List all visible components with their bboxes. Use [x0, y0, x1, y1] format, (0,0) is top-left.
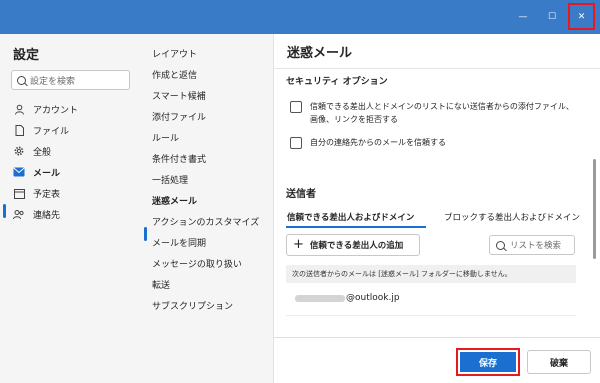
category-general[interactable]: 全般 [13, 142, 51, 160]
discard-button[interactable]: 破棄 [527, 350, 591, 374]
senders-heading: 送信者 [286, 189, 316, 200]
menu-item-conditional-formatting[interactable]: 条件付き書式 [152, 149, 206, 167]
active-category-indicator [3, 204, 6, 218]
search-icon [17, 75, 26, 85]
redacted-text [295, 294, 345, 302]
checkbox[interactable] [290, 101, 302, 113]
menu-item-smart-suggestions[interactable]: スマート候補 [152, 86, 206, 104]
settings-search-input[interactable]: 設定を検索 [11, 70, 130, 90]
calendar-icon [13, 187, 25, 199]
scrollbar-thumb[interactable] [593, 159, 596, 259]
checkbox[interactable] [290, 137, 302, 149]
settings-nav: 設定 設定を検索 アカウント ファイル 全般 メール 予定表 連絡先 [0, 34, 143, 383]
close-button[interactable]: ✕ [568, 3, 595, 30]
maximize-button[interactable]: ☐ [537, 0, 567, 34]
menu-item-subscriptions[interactable]: サブスクリプション [152, 296, 233, 314]
info-text: 次の送信者からのメールは [迷惑メール] フォルダーに移動しません。 [286, 265, 576, 283]
menu-item-junk-email[interactable]: 迷惑メール [152, 191, 197, 209]
sender-domain: @outlook.jp [346, 293, 400, 303]
title-bar: — ☐ ✕ [0, 0, 600, 34]
menu-item-sync-email[interactable]: メールを同期 [152, 233, 206, 251]
category-contacts[interactable]: 連絡先 [13, 205, 60, 223]
save-button-highlight: 保存 [456, 348, 520, 376]
menu-item-message-handling[interactable]: メッセージの取り扱い [152, 254, 242, 272]
category-label: 連絡先 [33, 210, 61, 221]
divider [274, 68, 600, 69]
menu-item-sweep[interactable]: 一括処理 [152, 170, 188, 188]
menu-item-compose-reply[interactable]: 作成と返信 [152, 65, 197, 83]
people-icon [13, 208, 25, 220]
option-label: 自分の連絡先からのメールを信頼する [310, 138, 446, 147]
settings-title: 設定 [13, 48, 40, 63]
category-mail[interactable]: メール [13, 163, 60, 181]
option-label: 信頼できる差出人とドメインのリストにない送信者からの添付ファイル、画像、リンクを… [310, 102, 574, 124]
save-button[interactable]: 保存 [460, 352, 516, 372]
category-label: メール [33, 168, 61, 179]
category-files[interactable]: ファイル [13, 121, 69, 139]
mail-settings-menu: レイアウト 作成と返信 スマート候補 添付ファイル ルール 条件付き書式 一括処… [143, 34, 274, 383]
menu-item-rules[interactable]: ルール [152, 128, 179, 146]
category-label: 全般 [33, 147, 52, 158]
divider [274, 337, 600, 338]
junk-email-pane: 迷惑メール セキュリティ オプション 信頼できる差出人とドメインのリストにない送… [274, 34, 600, 383]
gear-icon [13, 145, 25, 157]
menu-item-attachments[interactable]: 添付ファイル [152, 107, 206, 125]
active-tab-underline [286, 226, 426, 228]
tab-blocked-senders[interactable]: ブロックする差出人およびドメイン [444, 211, 580, 223]
list-search-placeholder: リストを検索 [510, 241, 562, 251]
trusted-sender-entry[interactable]: @outlook.jp [295, 293, 400, 303]
category-label: ファイル [33, 126, 70, 137]
list-search-input[interactable]: リストを検索 [489, 235, 575, 255]
settings-search-placeholder: 設定を検索 [30, 76, 76, 87]
divider [286, 315, 576, 316]
active-menu-indicator [144, 227, 147, 241]
category-calendar[interactable]: 予定表 [13, 184, 60, 202]
person-icon [13, 103, 25, 115]
option-block-untrusted-content[interactable]: 信頼できる差出人とドメインのリストにない送信者からの添付ファイル、画像、リンクを… [290, 100, 575, 126]
menu-item-customize-actions[interactable]: アクションのカスタマイズ [152, 212, 259, 230]
search-icon [496, 240, 505, 250]
plus-icon: + [293, 237, 304, 252]
mail-icon [13, 166, 25, 178]
category-label: アカウント [33, 105, 79, 116]
security-options-heading: セキュリティ オプション [286, 77, 388, 87]
minimize-button[interactable]: — [508, 0, 538, 34]
document-icon [13, 124, 25, 136]
add-trusted-sender-button[interactable]: + 信頼できる差出人の追加 [286, 234, 420, 256]
menu-item-layout[interactable]: レイアウト [152, 44, 197, 62]
add-button-label: 信頼できる差出人の追加 [309, 241, 404, 251]
category-account[interactable]: アカウント [13, 100, 78, 118]
tab-trusted-senders[interactable]: 信頼できる差出人およびドメイン [287, 211, 414, 223]
category-label: 予定表 [33, 189, 61, 200]
page-title: 迷惑メール [287, 46, 353, 61]
menu-item-forwarding[interactable]: 転送 [152, 275, 170, 293]
option-trust-contacts[interactable]: 自分の連絡先からのメールを信頼する [290, 136, 575, 149]
